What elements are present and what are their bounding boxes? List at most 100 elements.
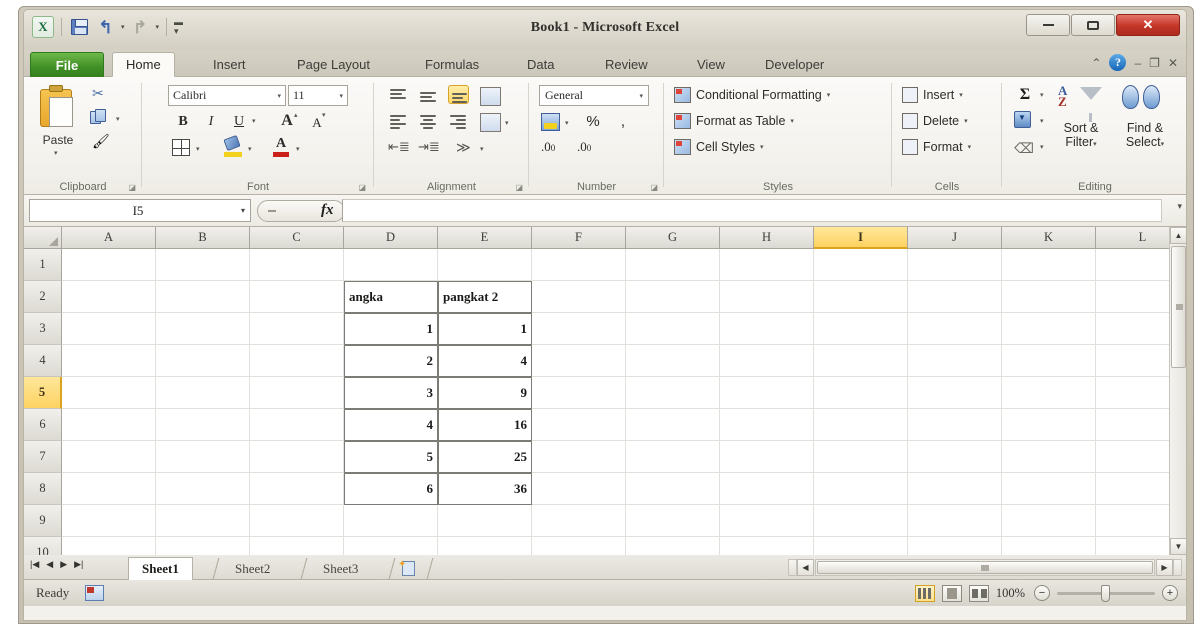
find-select-button[interactable] — [1122, 85, 1162, 111]
scroll-left-button[interactable]: ◀ — [797, 559, 814, 576]
cell-A6[interactable] — [62, 409, 156, 441]
number-format-combobox[interactable]: General ▾ — [539, 85, 649, 106]
cell-I7[interactable] — [814, 441, 908, 473]
workbook-close-icon[interactable]: ✕ — [1168, 56, 1178, 70]
name-box[interactable]: I5 ▾ — [29, 199, 251, 222]
zoom-slider[interactable] — [1057, 584, 1155, 602]
borders-button[interactable] — [172, 139, 190, 156]
row-header-10[interactable]: 10 — [24, 537, 62, 555]
number-dialog-launcher[interactable]: ◪ — [650, 183, 658, 192]
cell-I9[interactable] — [814, 505, 908, 537]
cell-K5[interactable] — [1002, 377, 1096, 409]
cell-B3[interactable] — [156, 313, 250, 345]
tab-insert[interactable]: Insert — [200, 52, 259, 77]
tab-file[interactable]: File — [30, 52, 104, 77]
horizontal-scrollbar[interactable]: ◀ ▶ — [788, 559, 1182, 576]
row-header-7[interactable]: 7 — [24, 441, 62, 473]
horizontal-scroll-thumb[interactable] — [817, 561, 1153, 574]
cell-H5[interactable] — [720, 377, 814, 409]
cell-H2[interactable] — [720, 281, 814, 313]
cell-D2[interactable]: angka — [344, 281, 438, 313]
cell-D10[interactable] — [344, 537, 438, 555]
row-header-9[interactable]: 9 — [24, 505, 62, 537]
cell-C3[interactable] — [250, 313, 344, 345]
cell-B4[interactable] — [156, 345, 250, 377]
column-header-c[interactable]: C — [250, 227, 344, 249]
cell-H10[interactable] — [720, 537, 814, 555]
cell-K2[interactable] — [1002, 281, 1096, 313]
cell-I1[interactable] — [814, 249, 908, 281]
close-button[interactable]: ✕ — [1116, 14, 1180, 36]
collapse-ribbon-icon[interactable]: ⌃ — [1091, 56, 1101, 70]
cell-I3[interactable] — [814, 313, 908, 345]
cell-C4[interactable] — [250, 345, 344, 377]
vertical-scroll-thumb[interactable] — [1171, 246, 1186, 368]
format-cells-button[interactable]: Format ▾ — [902, 139, 971, 155]
column-header-e[interactable]: E — [438, 227, 532, 249]
format-painter-button[interactable]: 🖌 — [92, 133, 114, 153]
cell-D6[interactable]: 4 — [344, 409, 438, 441]
cell-A2[interactable] — [62, 281, 156, 313]
cell-A9[interactable] — [62, 505, 156, 537]
cell-H6[interactable] — [720, 409, 814, 441]
cell-K6[interactable] — [1002, 409, 1096, 441]
cell-D9[interactable] — [344, 505, 438, 537]
bold-button[interactable]: B — [172, 111, 194, 132]
cell-J3[interactable] — [908, 313, 1002, 345]
font-color-button[interactable]: A — [272, 136, 290, 157]
sort-filter-button[interactable]: AZ — [1058, 84, 1104, 122]
cell-F8[interactable] — [532, 473, 626, 505]
cell-K9[interactable] — [1002, 505, 1096, 537]
page-break-view-button[interactable] — [968, 584, 989, 602]
alignment-dialog-launcher[interactable]: ◪ — [515, 183, 523, 192]
delete-cells-button[interactable]: Delete ▾ — [902, 113, 968, 129]
row-header-6[interactable]: 6 — [24, 409, 62, 441]
sheet-tab-sheet1[interactable]: Sheet1 — [128, 557, 193, 580]
font-family-combobox[interactable]: Calibri ▾ — [168, 85, 286, 106]
cell-A1[interactable] — [62, 249, 156, 281]
cell-G7[interactable] — [626, 441, 720, 473]
cell-C8[interactable] — [250, 473, 344, 505]
cell-B8[interactable] — [156, 473, 250, 505]
cell-A8[interactable] — [62, 473, 156, 505]
orientation-dropdown-caret-icon[interactable]: ▾ — [480, 145, 484, 153]
column-header-i[interactable]: I — [814, 227, 908, 249]
first-sheet-button[interactable]: |◀ — [30, 559, 39, 570]
insert-worksheet-button[interactable]: ✦ — [398, 559, 418, 577]
zoom-out-button[interactable]: − — [1034, 585, 1050, 601]
cell-F10[interactable] — [532, 537, 626, 555]
sheet-tab-sheet2[interactable]: Sheet2 — [222, 557, 283, 580]
cell-D4[interactable]: 2 — [344, 345, 438, 377]
underline-button[interactable]: U — [228, 111, 250, 132]
align-center-button[interactable] — [418, 113, 439, 132]
cell-E1[interactable] — [438, 249, 532, 281]
cell-J2[interactable] — [908, 281, 1002, 313]
column-header-a[interactable]: A — [62, 227, 156, 249]
cell-J9[interactable] — [908, 505, 1002, 537]
clear-button[interactable]: ⌫ — [1014, 139, 1034, 157]
cell-E7[interactable]: 25 — [438, 441, 532, 473]
workbook-minimize-icon[interactable]: – — [1134, 56, 1141, 70]
tab-page-layout[interactable]: Page Layout — [284, 52, 383, 77]
clear-dropdown-caret-icon[interactable]: ▾ — [1040, 143, 1044, 151]
cell-F2[interactable] — [532, 281, 626, 313]
cell-K1[interactable] — [1002, 249, 1096, 281]
cell-E5[interactable]: 9 — [438, 377, 532, 409]
clipboard-dialog-launcher[interactable]: ◪ — [128, 183, 136, 192]
cell-K4[interactable] — [1002, 345, 1096, 377]
cell-G4[interactable] — [626, 345, 720, 377]
scroll-up-button[interactable]: ▲ — [1170, 227, 1186, 244]
copy-dropdown-caret-icon[interactable]: ▾ — [116, 115, 120, 123]
orientation-button[interactable]: ≫ — [456, 139, 477, 157]
cell-K7[interactable] — [1002, 441, 1096, 473]
font-color-dropdown-caret-icon[interactable]: ▾ — [296, 145, 300, 153]
minimize-button[interactable] — [1026, 14, 1070, 36]
cell-D3[interactable]: 1 — [344, 313, 438, 345]
align-left-button[interactable] — [388, 113, 409, 132]
cell-C9[interactable] — [250, 505, 344, 537]
comma-style-button[interactable]: , — [613, 111, 633, 131]
paste-button[interactable] — [38, 85, 78, 129]
cut-button[interactable]: ✂ — [92, 85, 114, 105]
column-header-h[interactable]: H — [720, 227, 814, 249]
cell-J5[interactable] — [908, 377, 1002, 409]
